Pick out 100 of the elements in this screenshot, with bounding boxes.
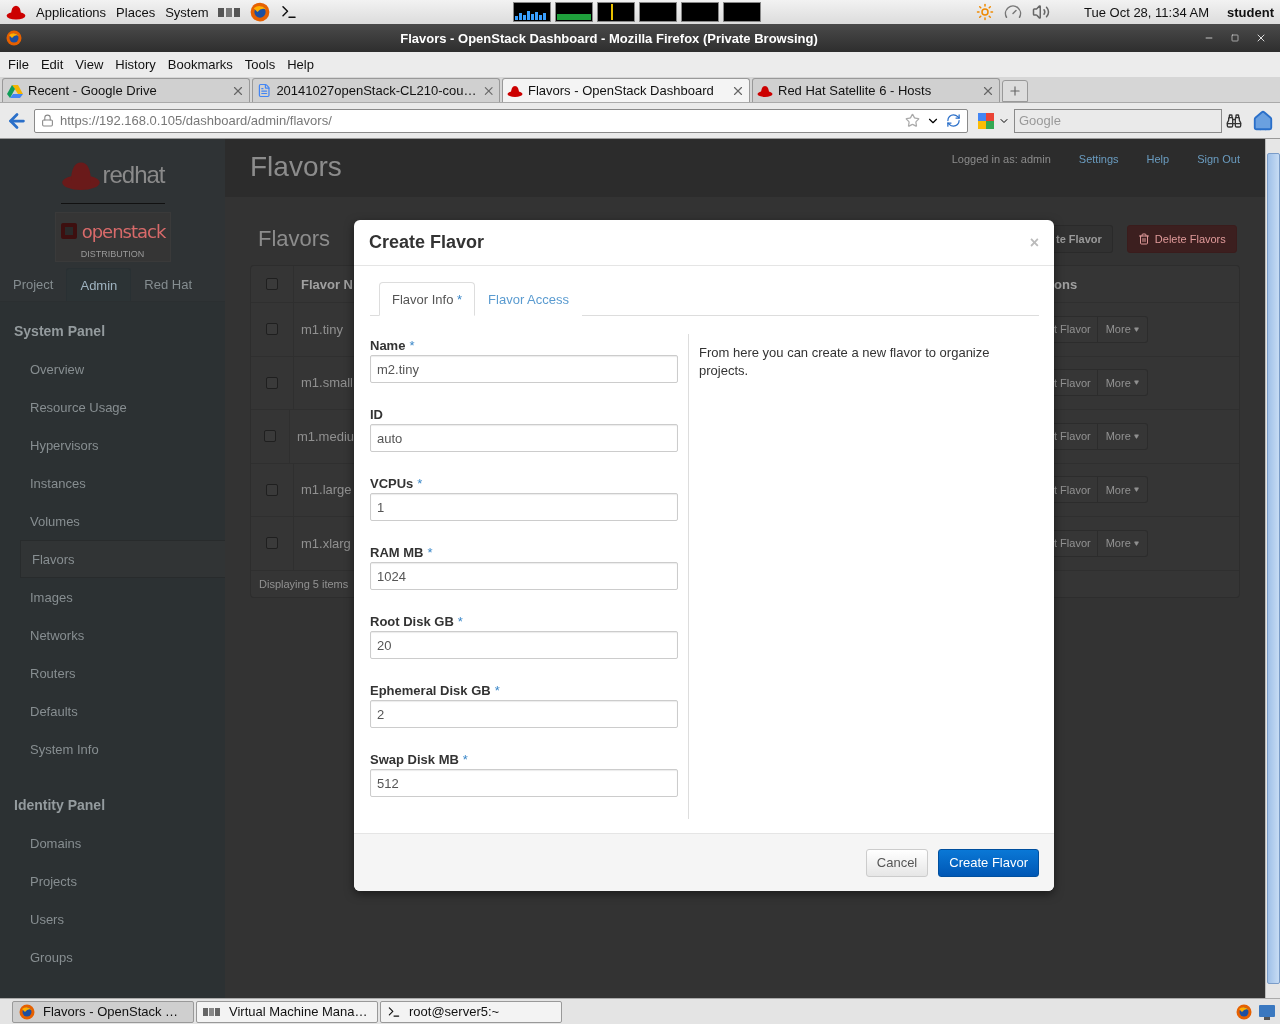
checkbox[interactable] xyxy=(266,323,278,336)
panel-menu[interactable]: Applications xyxy=(36,4,107,20)
browser-tab[interactable]: 20141027openStack-CL210-cou… xyxy=(252,78,500,102)
browser-tab[interactable]: Red Hat Satellite 6 - Hosts xyxy=(752,78,1000,102)
input-field[interactable]: m2.tiny xyxy=(370,355,678,383)
edit-button[interactable]: t Flavor xyxy=(1054,315,1098,343)
sidebar-item[interactable]: Volumes xyxy=(0,502,225,540)
user-name[interactable]: student xyxy=(1227,4,1274,20)
delete-button[interactable]: Delete Flavors xyxy=(1126,225,1237,253)
sidebar-item[interactable]: Domains xyxy=(0,824,225,862)
cancel-button[interactable]: Cancel xyxy=(865,848,929,877)
search-field[interactable]: Google xyxy=(1014,108,1222,133)
header-link[interactable]: Settings xyxy=(1078,153,1119,165)
scrollbar[interactable] xyxy=(1265,139,1280,998)
menu-item[interactable]: History xyxy=(109,57,162,72)
item-count: Displaying 5 items xyxy=(258,577,349,590)
sidebar-item[interactable]: Networks xyxy=(0,616,225,654)
gauge-icon[interactable] xyxy=(1004,3,1022,21)
sidebar-item[interactable]: Defaults xyxy=(0,692,225,730)
sidebar-item[interactable]: Overview xyxy=(0,350,225,388)
edit-button[interactable]: t Flavor xyxy=(1054,422,1098,450)
edit-button[interactable]: t Flavor xyxy=(1054,369,1098,397)
menu-item[interactable]: File xyxy=(2,57,35,72)
taskbar-button[interactable]: Virtual Machine Mana… xyxy=(196,1000,378,1023)
terminal-icon xyxy=(387,1004,401,1019)
system-monitor-graph xyxy=(639,2,678,22)
sidebar-item[interactable]: Projects xyxy=(0,862,225,900)
create-button[interactable]: te Flavor xyxy=(1054,225,1113,253)
menu-item[interactable]: Edit xyxy=(34,57,70,72)
home-button[interactable] xyxy=(1252,109,1274,132)
hat-icon xyxy=(507,83,523,98)
binoculars-icon[interactable] xyxy=(1226,112,1242,129)
firefox-icon xyxy=(19,1003,35,1020)
clock[interactable]: Tue Oct 28, 11:34 AM xyxy=(1084,4,1210,20)
dialog-tab[interactable]: Flavor Info * xyxy=(379,282,476,316)
input-field[interactable]: 1 xyxy=(370,493,678,521)
checkbox[interactable] xyxy=(266,483,278,496)
search-engine-icon[interactable] xyxy=(978,112,994,129)
edit-button[interactable]: t Flavor xyxy=(1054,529,1098,557)
sidebar-item[interactable]: Images xyxy=(0,578,225,616)
input-field[interactable]: 2 xyxy=(370,700,678,728)
dashboard-tab[interactable]: Admin xyxy=(66,268,132,301)
hat-icon xyxy=(757,83,773,98)
checkbox[interactable] xyxy=(263,430,276,443)
more-dropdown[interactable]: More xyxy=(1097,422,1148,450)
new-tab-button[interactable] xyxy=(1002,80,1028,102)
sun-icon[interactable] xyxy=(976,3,994,21)
more-dropdown[interactable]: More xyxy=(1097,529,1148,557)
firefox-icon[interactable] xyxy=(250,2,271,22)
computers-icon xyxy=(203,1006,221,1017)
terminal-icon[interactable] xyxy=(280,3,299,21)
logo-text: redhat xyxy=(102,161,165,189)
system-monitor-graph xyxy=(513,2,552,22)
computers-icon[interactable] xyxy=(218,6,241,18)
address-field[interactable]: https://192.168.0.105/dashboard/admin/flavors/ xyxy=(34,108,968,133)
checkbox[interactable] xyxy=(266,278,278,290)
menu-item[interactable]: View xyxy=(69,57,110,72)
reload-icon[interactable] xyxy=(946,113,961,128)
taskbar-button[interactable]: Flavors - OpenStack … xyxy=(12,1000,194,1023)
input-field[interactable]: 1024 xyxy=(370,562,678,590)
firefox-icon xyxy=(6,30,22,46)
system-monitor-graph xyxy=(555,2,594,22)
browser-tab[interactable]: Flavors - OpenStack Dashboard xyxy=(502,78,750,102)
caret-icon xyxy=(1133,433,1139,439)
sidebar-item[interactable]: Users xyxy=(0,900,225,938)
sidebar-item[interactable]: System Info xyxy=(0,730,225,768)
more-dropdown[interactable]: More xyxy=(1097,476,1148,504)
more-dropdown[interactable]: More xyxy=(1097,369,1148,397)
panel-menu[interactable]: Places xyxy=(116,4,156,20)
input-field[interactable]: 20 xyxy=(370,631,678,659)
sidebar-item[interactable]: Instances xyxy=(0,464,225,502)
edit-button[interactable]: t Flavor xyxy=(1054,476,1098,504)
sidebar-item[interactable]: Resource Usage xyxy=(0,388,225,426)
input-field[interactable]: auto xyxy=(370,424,678,452)
required-mark: * xyxy=(457,614,463,629)
menu-item[interactable]: Bookmarks xyxy=(161,57,239,72)
more-dropdown[interactable]: More xyxy=(1097,315,1148,343)
input-field[interactable]: 512 xyxy=(370,769,678,797)
sidebar-item[interactable]: Hypervisors xyxy=(0,426,225,464)
sidebar-item[interactable]: Routers xyxy=(0,654,225,692)
checkbox[interactable] xyxy=(266,537,278,550)
taskbar-button[interactable]: root@server5:~ xyxy=(380,1000,562,1023)
panel-menu[interactable]: System xyxy=(165,4,209,20)
sidebar-item[interactable]: Groups xyxy=(0,938,225,976)
sidebar-item[interactable]: Flavors xyxy=(20,540,225,578)
monitor-icon[interactable] xyxy=(1258,1002,1276,1021)
dashboard-tab[interactable]: Project xyxy=(0,268,67,301)
header-link[interactable]: Sign Out xyxy=(1197,153,1240,165)
table-cell-text: m1.small xyxy=(300,375,353,391)
submit-button[interactable]: Create Flavor xyxy=(938,848,1039,877)
header-link[interactable]: Help xyxy=(1146,153,1170,165)
menu-item[interactable]: Help xyxy=(281,57,320,72)
checkbox[interactable] xyxy=(266,376,278,389)
browser-tab[interactable]: Recent - Google Drive xyxy=(2,78,250,102)
menu-item[interactable]: Tools xyxy=(238,57,282,72)
volume-icon[interactable] xyxy=(1032,3,1050,21)
field-label: RAM MB xyxy=(370,545,424,560)
trash-icon xyxy=(1137,233,1150,245)
star-icon[interactable] xyxy=(905,113,920,128)
dashboard-tab[interactable]: Red Hat xyxy=(131,268,206,301)
